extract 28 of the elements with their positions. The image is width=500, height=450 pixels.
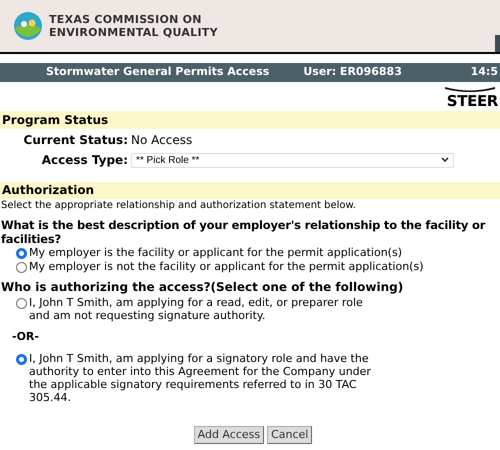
question-text: Who is authorizing the access?(Select one of the following) xyxy=(0,280,404,294)
access-type-dropdown[interactable]: ** Pick Role ** xyxy=(131,152,454,168)
agency-name: TEXAS COMMISSION ON xyxy=(49,13,203,26)
form-button[interactable]: Add Access xyxy=(194,426,264,444)
section-heading: Program Status xyxy=(0,111,500,129)
or-separator: -OR- xyxy=(11,329,40,345)
radio-button[interactable] xyxy=(16,298,27,309)
agency-logo-icon xyxy=(13,11,43,41)
steers-logo: STEER xyxy=(446,86,498,110)
clock-time: 14:5 xyxy=(470,64,498,80)
chevron-icon xyxy=(441,157,449,163)
user-id: User: ER096883 xyxy=(303,64,402,80)
field-label: Access Type: xyxy=(40,152,128,169)
radio-button[interactable] xyxy=(16,354,27,364)
option-label: My employer is not the facility or applicant for the permit application(s) xyxy=(29,260,424,274)
agency-name: ENVIRONMENTAL QUALITY xyxy=(49,26,218,39)
field-label: Current Status: xyxy=(22,132,128,149)
form-button[interactable]: Cancel xyxy=(267,426,312,444)
question-text: What is the best description of your employer's relationship to the facility or facilities? xyxy=(0,218,486,246)
current-status-value: No Access xyxy=(131,132,192,149)
radio-button[interactable] xyxy=(16,262,27,273)
option-label: My employer is the facility or applicant for the permit application(s) xyxy=(29,246,402,260)
nav-title: Stormwater General Permits Access xyxy=(46,64,270,80)
option-label: I, John T Smith, am applying for a signatory role and have the authority to enter into this Agreement for the Company under the applicable signatory requirements referred to in 30 TAC 305.44. xyxy=(29,352,372,404)
radio-button[interactable] xyxy=(16,248,27,259)
section-heading: Authorization xyxy=(0,182,500,199)
option-label: I, John T Smith, am applying for a read, edit, or preparer role and am not requesting signature authority. xyxy=(29,296,364,322)
instructions-text: Select the appropriate relationship and authorization statement below. xyxy=(0,199,357,212)
